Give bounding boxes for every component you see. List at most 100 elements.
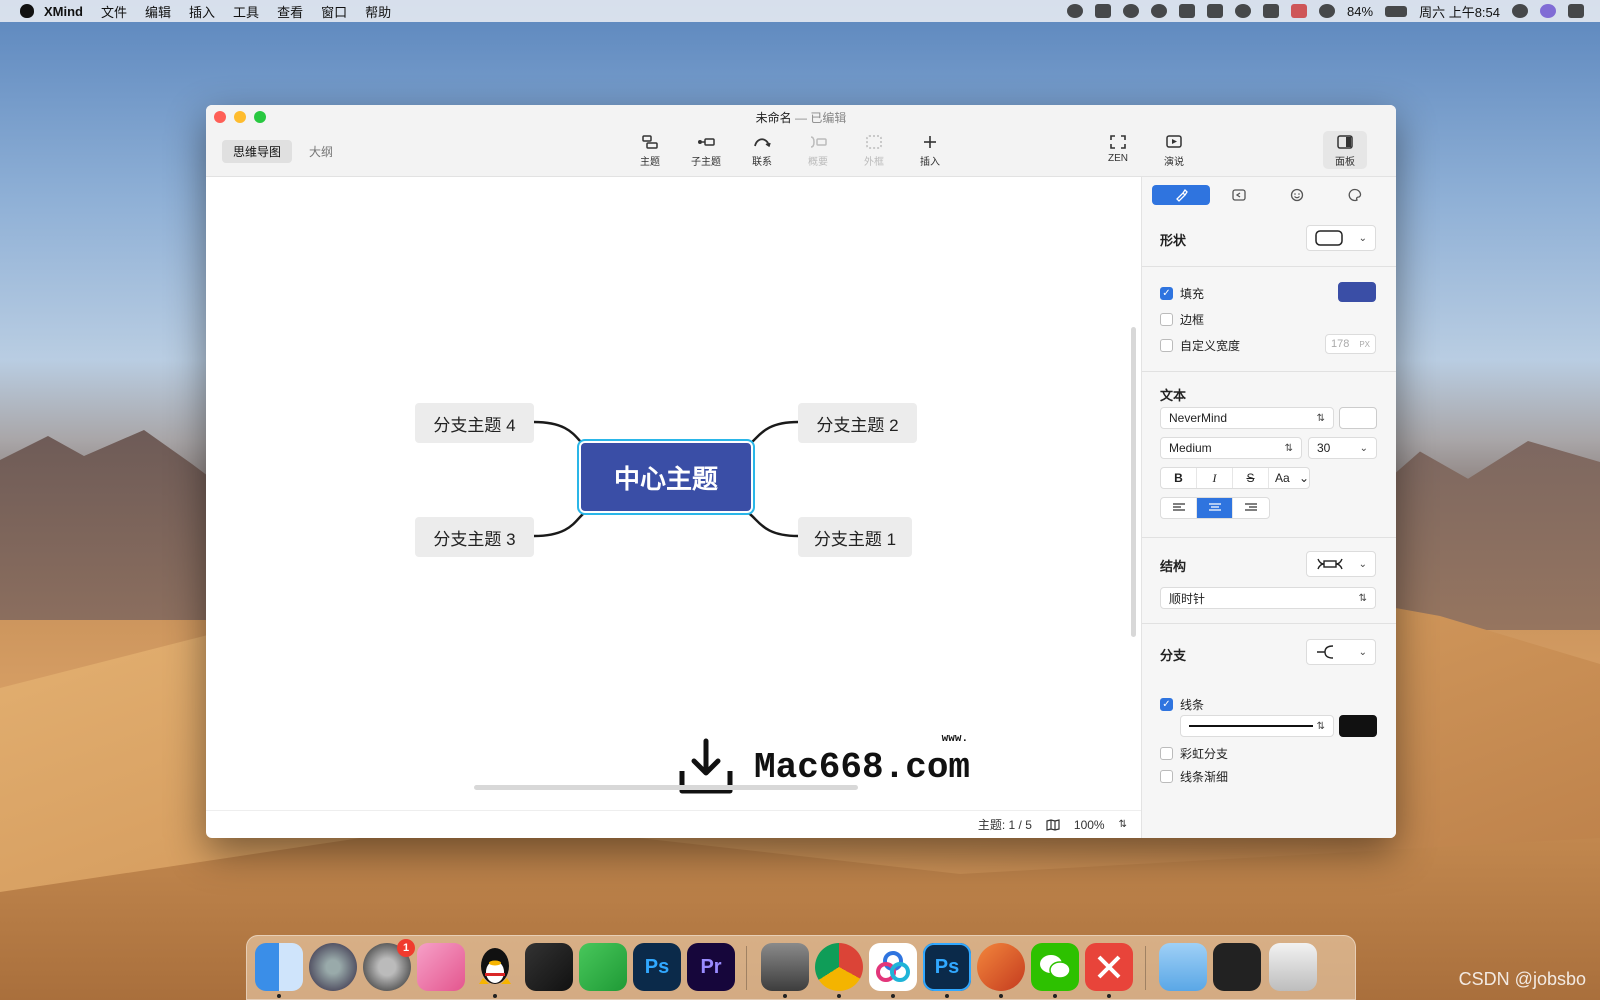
align-right-button[interactable] bbox=[1233, 498, 1269, 518]
chrome-icon[interactable] bbox=[815, 943, 863, 991]
dock-separator bbox=[1145, 946, 1146, 990]
tab-icons[interactable] bbox=[1268, 185, 1326, 205]
map-icon[interactable] bbox=[1046, 818, 1060, 831]
fill-checkbox[interactable]: ✓ 填充 bbox=[1160, 285, 1204, 302]
xmind-icon[interactable] bbox=[869, 943, 917, 991]
branch-topic-1[interactable]: 分支主题 1 bbox=[798, 517, 912, 557]
apple-menu-icon[interactable] bbox=[20, 4, 34, 18]
menu-help[interactable]: 帮助 bbox=[365, 2, 391, 21]
font-family-select[interactable]: NeverMind ⇅ bbox=[1160, 407, 1334, 429]
cleanmymac-icon[interactable] bbox=[417, 943, 465, 991]
connector-branch-2 bbox=[743, 420, 799, 449]
custom-width-checkbox[interactable]: 自定义宽度 bbox=[1160, 337, 1240, 354]
control-center-icon[interactable] bbox=[1568, 4, 1584, 18]
text-color-swatch[interactable] bbox=[1339, 407, 1377, 429]
wifi-icon[interactable] bbox=[1319, 4, 1336, 18]
menu-file[interactable]: 文件 bbox=[101, 2, 127, 21]
mindmap-canvas[interactable]: 分支主题 4 分支主题 2 分支主题 3 分支主题 1 中心主题 www. Ma… bbox=[206, 177, 1141, 810]
tab-map[interactable] bbox=[1210, 185, 1268, 205]
cloud-tray-icon[interactable] bbox=[1123, 4, 1140, 18]
checkmark-icon: ✓ bbox=[1160, 698, 1173, 711]
menu-view[interactable]: 查看 bbox=[277, 2, 303, 21]
system-preferences-icon[interactable]: 1 bbox=[363, 939, 415, 991]
downloads-folder-icon[interactable] bbox=[1159, 943, 1207, 991]
menu-insert[interactable]: 插入 bbox=[189, 2, 215, 21]
align-left-button[interactable] bbox=[1161, 498, 1197, 518]
weibo-tray-icon[interactable] bbox=[1235, 4, 1252, 18]
branch-topic-2[interactable]: 分支主题 2 bbox=[798, 403, 917, 443]
wechat-icon[interactable] bbox=[1031, 943, 1079, 991]
photoshop-icon[interactable]: Ps bbox=[633, 943, 681, 991]
tapered-line-checkbox[interactable]: 线条渐细 bbox=[1160, 768, 1228, 785]
zoom-level[interactable]: 100% bbox=[1074, 818, 1105, 832]
menu-app-name[interactable]: XMind bbox=[44, 4, 83, 19]
cloud-sync-icon[interactable] bbox=[1207, 4, 1224, 18]
panel-button[interactable]: 面板 bbox=[1323, 131, 1367, 169]
shield-icon[interactable] bbox=[1263, 4, 1280, 18]
align-center-button[interactable] bbox=[1197, 498, 1233, 518]
tab-theme[interactable] bbox=[1326, 185, 1384, 205]
send-tray-icon[interactable] bbox=[1095, 4, 1112, 18]
custom-width-input[interactable]: 178 PX bbox=[1325, 334, 1376, 354]
menu-tools[interactable]: 工具 bbox=[233, 2, 259, 21]
trash-icon[interactable] bbox=[1269, 943, 1317, 991]
tab-outline[interactable]: 大纲 bbox=[298, 140, 344, 163]
recent-document-icon[interactable] bbox=[1213, 943, 1261, 991]
summary-button[interactable]: 概要 bbox=[796, 135, 840, 168]
branch-style-dropdown[interactable]: ⌄ bbox=[1306, 639, 1376, 665]
structure-direction-select[interactable]: 顺时针 ⇅ bbox=[1160, 587, 1376, 609]
relationship-button[interactable]: 联系 bbox=[740, 135, 784, 168]
xmind-alt-icon[interactable] bbox=[1085, 943, 1133, 991]
font-weight-select[interactable]: Medium ⇅ bbox=[1160, 437, 1302, 459]
menu-window[interactable]: 窗口 bbox=[321, 2, 347, 21]
battery-icon[interactable] bbox=[1385, 5, 1408, 17]
structure-dropdown[interactable]: ⌄ bbox=[1306, 551, 1376, 577]
toggle-tray-icon[interactable] bbox=[1179, 4, 1196, 18]
topic-count: 主题: 1 / 5 bbox=[977, 818, 1032, 832]
branch-topic-3[interactable]: 分支主题 3 bbox=[415, 517, 534, 557]
search-icon[interactable] bbox=[1512, 4, 1528, 18]
numbers-icon[interactable] bbox=[579, 943, 627, 991]
line-width-select[interactable]: ⇅ bbox=[1180, 715, 1334, 737]
rocket-app-icon[interactable] bbox=[977, 943, 1025, 991]
menu-clock[interactable]: 周六 上午8:54 bbox=[1419, 2, 1500, 21]
launchpad-icon[interactable] bbox=[309, 943, 357, 991]
boundary-button[interactable]: 外框 bbox=[852, 135, 896, 168]
italic-button[interactable]: I bbox=[1197, 468, 1233, 488]
insert-button[interactable]: 插入 bbox=[908, 135, 952, 168]
fill-color-swatch[interactable] bbox=[1338, 282, 1376, 302]
zen-button[interactable]: ZEN bbox=[1096, 135, 1140, 164]
zoom-stepper-icon[interactable]: ⇅ bbox=[1119, 819, 1127, 830]
shape-dropdown[interactable]: ⌄ bbox=[1306, 225, 1376, 251]
text-case-button[interactable]: Aa ⌄ bbox=[1269, 468, 1309, 488]
subtopic-button[interactable]: 子主题 bbox=[684, 135, 728, 168]
line-color-swatch[interactable] bbox=[1339, 715, 1377, 737]
photoshop-running-icon[interactable]: Ps bbox=[923, 943, 971, 991]
notification-bell-icon[interactable] bbox=[1151, 4, 1168, 18]
vertical-scrollbar[interactable] bbox=[1131, 327, 1136, 637]
brush-icon bbox=[1176, 188, 1188, 202]
horizontal-scrollbar[interactable] bbox=[474, 785, 858, 790]
bold-button[interactable]: B bbox=[1161, 468, 1197, 488]
finder-icon[interactable] bbox=[255, 943, 303, 991]
qq-icon[interactable] bbox=[471, 943, 519, 991]
font-size-select[interactable]: 30 ⌄ bbox=[1308, 437, 1377, 459]
tab-mindmap[interactable]: 思维导图 bbox=[222, 140, 293, 163]
branch-topic-4[interactable]: 分支主题 4 bbox=[415, 403, 534, 443]
siri-icon[interactable] bbox=[1540, 4, 1556, 18]
scanner-icon[interactable] bbox=[761, 943, 809, 991]
central-topic[interactable]: 中心主题 bbox=[581, 443, 751, 511]
strikethrough-button[interactable]: S bbox=[1233, 468, 1269, 488]
line-checkbox[interactable]: ✓ 线条 bbox=[1160, 696, 1204, 713]
menu-edit[interactable]: 编辑 bbox=[145, 2, 171, 21]
branch-curve-icon bbox=[1317, 645, 1334, 659]
border-checkbox[interactable]: 边框 bbox=[1160, 311, 1204, 328]
tab-style[interactable] bbox=[1152, 185, 1210, 205]
final-cut-icon[interactable] bbox=[525, 943, 573, 991]
topic-button[interactable]: 主题 bbox=[628, 135, 672, 168]
premiere-icon[interactable]: Pr bbox=[687, 943, 735, 991]
us-flag-icon[interactable] bbox=[1291, 4, 1308, 18]
rainbow-branch-checkbox[interactable]: 彩虹分支 bbox=[1160, 745, 1228, 762]
wechat-tray-icon[interactable] bbox=[1067, 4, 1084, 18]
pitch-button[interactable]: 演说 bbox=[1152, 135, 1196, 168]
